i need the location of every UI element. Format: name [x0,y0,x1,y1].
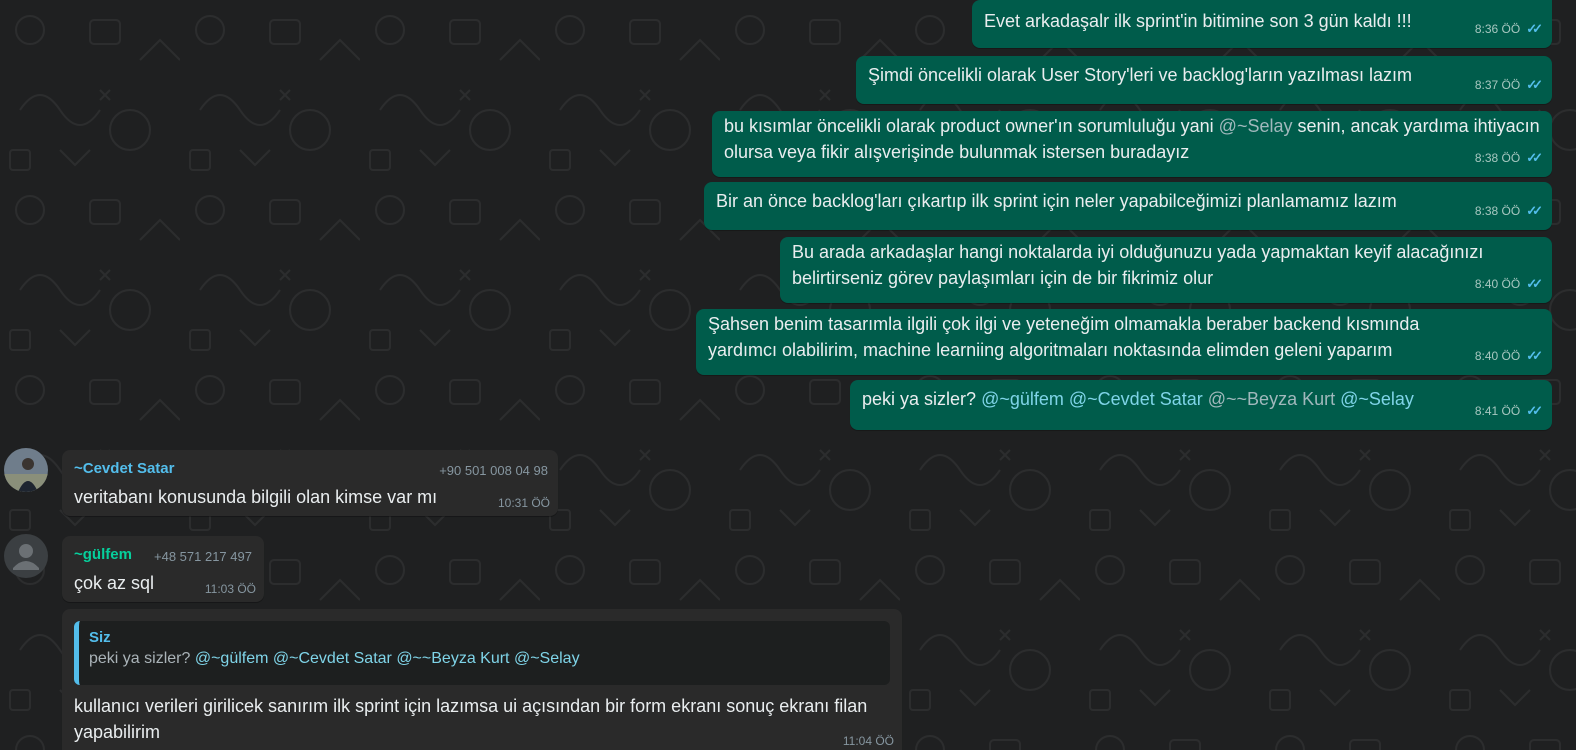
message-time: 8:41 ÖÖ [1474,404,1521,418]
message-text: Evet arkadaşalr ilk sprint'in bitimine s… [984,11,1412,31]
sender-phone: +90 501 008 04 98 [439,463,548,478]
outgoing-message[interactable]: Evet arkadaşalr ilk sprint'in bitimine s… [972,0,1552,48]
message-text: Şahsen benim tasarımla ilgili çok ilgi v… [708,314,1420,360]
avatar[interactable] [4,534,48,578]
mention-link[interactable]: @~Cevdet Satar [1069,389,1203,409]
quote-sender: Siz [89,629,111,646]
sender-name[interactable]: ~gülfem [74,546,132,563]
outgoing-message[interactable]: peki ya sizler? @~gülfem @~Cevdet Satar … [850,380,1552,430]
incoming-message[interactable]: Siz peki ya sizler? @~gülfem @~Cevdet Sa… [62,609,902,750]
mention-link[interactable]: @~Selay [1219,116,1293,136]
double-check-icon: ✓✓ [1526,77,1543,92]
message-text: Şimdi öncelikli olarak User Story'leri v… [868,65,1413,85]
double-check-icon: ✓✓ [1526,21,1543,36]
message-time: 11:03 ÖÖ [204,582,256,596]
message-text: çok az sql [74,573,155,593]
outgoing-message[interactable]: Şimdi öncelikli olarak User Story'leri v… [856,56,1552,104]
message-text: peki ya sizler? @~gülfem @~Cevdet Satar … [862,389,1414,409]
incoming-message[interactable]: ~Cevdet Satar +90 501 008 04 98 veritaba… [62,450,558,516]
message-time: 8:40 ÖÖ [1474,349,1521,363]
quote-text: peki ya sizler? @~gülfem @~Cevdet Satar … [89,650,580,667]
mention-link: @~gülfem [194,650,269,667]
user-silhouette-icon [13,544,39,570]
message-text: bu kısımlar öncelikli olarak product own… [724,116,1540,162]
message-time: 8:40 ÖÖ [1474,277,1521,291]
avatar[interactable] [4,448,48,492]
double-check-icon: ✓✓ [1526,276,1543,291]
mention-link: @~~Beyza Kurt [396,650,510,667]
outgoing-message[interactable]: Şahsen benim tasarımla ilgili çok ilgi v… [696,309,1552,375]
message-text: Bir an önce backlog'ları çıkartıp ilk sp… [716,191,1397,211]
message-time: 11:04 ÖÖ [842,734,894,748]
mention-link[interactable]: @~Selay [1340,389,1414,409]
outgoing-message[interactable]: bu kısımlar öncelikli olarak product own… [712,111,1552,177]
double-check-icon: ✓✓ [1526,348,1543,363]
sender-name[interactable]: ~Cevdet Satar [74,460,174,477]
double-check-icon: ✓✓ [1526,150,1543,165]
outgoing-message[interactable]: Bir an önce backlog'ları çıkartıp ilk sp… [704,182,1552,230]
mention-link: @~Cevdet Satar [272,650,392,667]
sender-phone: +48 571 217 497 [154,549,252,564]
mention-link[interactable]: @~gülfem [981,389,1064,409]
double-check-icon: ✓✓ [1526,403,1543,418]
message-time: 8:36 ÖÖ [1474,22,1521,36]
message-text: Bu arada arkadaşlar hangi noktalarda iyi… [792,242,1484,288]
quoted-message[interactable]: Siz peki ya sizler? @~gülfem @~Cevdet Sa… [74,621,890,685]
incoming-message[interactable]: ~gülfem +48 571 217 497 çok az sql 11:03… [62,536,264,602]
message-text: veritabanı konusunda bilgili olan kimse … [74,487,438,507]
message-time: 8:38 ÖÖ [1474,204,1521,218]
mention-link: @~Selay [513,650,580,667]
message-text: kullanıcı verileri girilicek sanırım ilk… [74,696,868,742]
message-time: 8:37 ÖÖ [1474,78,1521,92]
outgoing-message[interactable]: Bu arada arkadaşlar hangi noktalarda iyi… [780,237,1552,303]
mention-link[interactable]: @~~Beyza Kurt [1208,389,1335,409]
double-check-icon: ✓✓ [1526,203,1543,218]
message-time: 10:31 ÖÖ [497,496,550,510]
message-time: 8:38 ÖÖ [1474,151,1521,165]
contact-photo [4,448,48,492]
